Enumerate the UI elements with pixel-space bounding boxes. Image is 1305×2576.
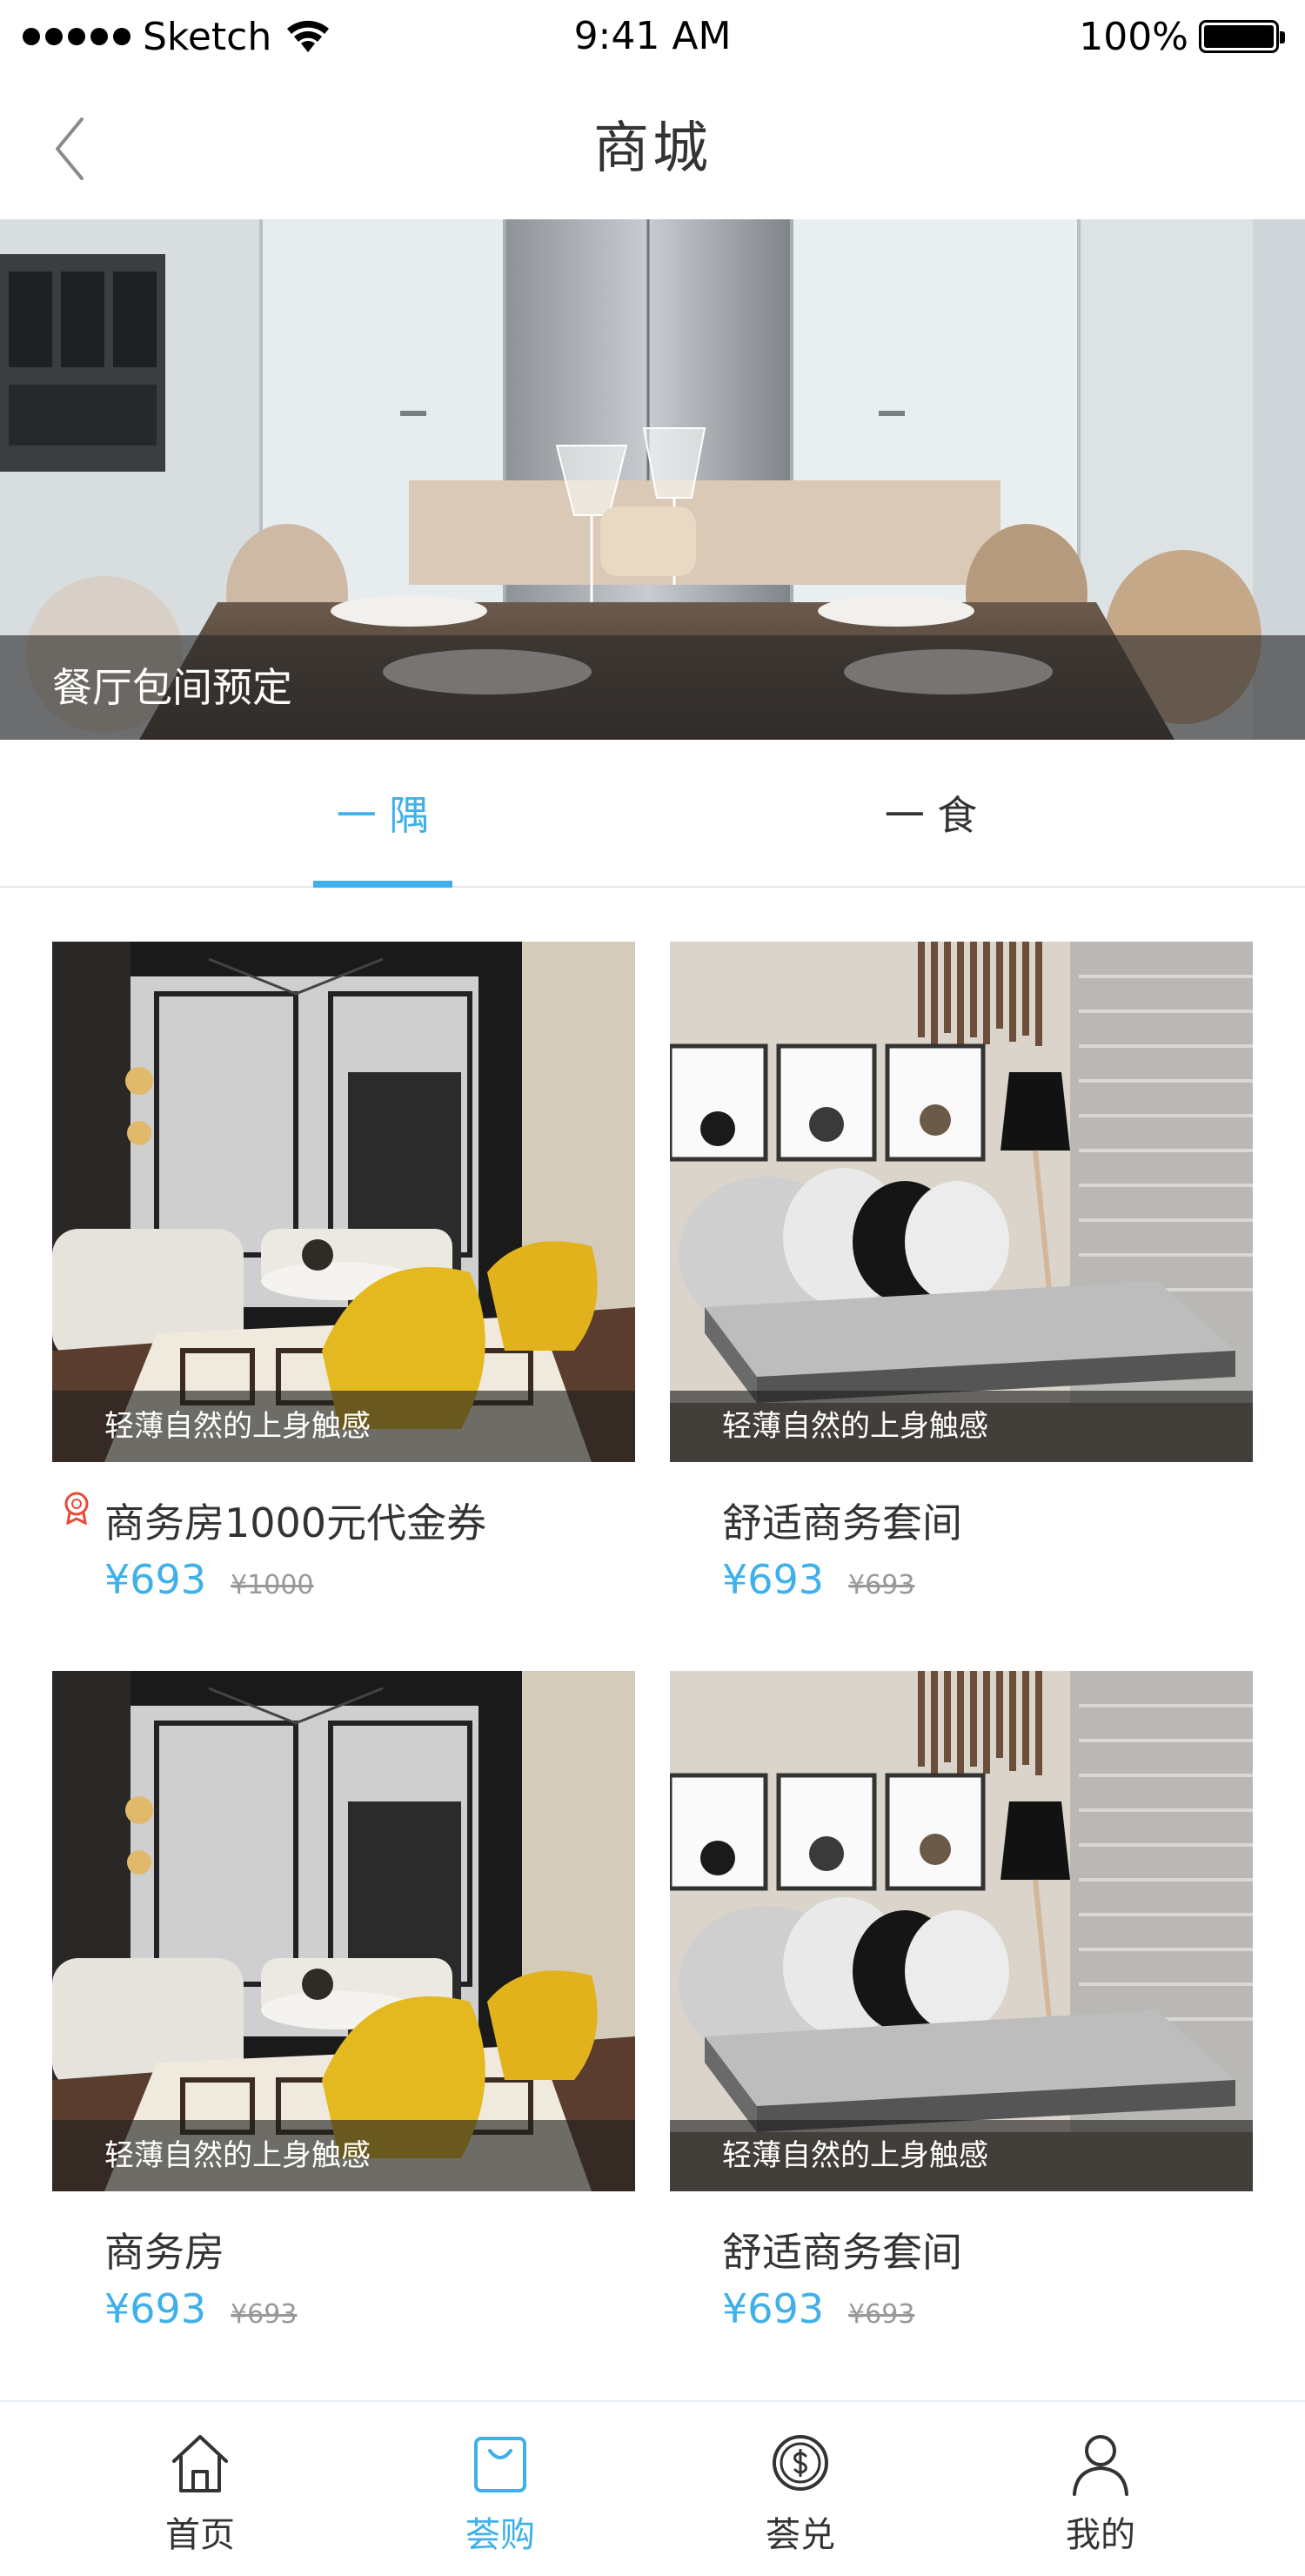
coin-icon [773,2435,828,2491]
price-row: ¥693 ¥693 [722,1556,914,1608]
product-caption: 轻薄自然的上身触感 [722,1409,988,1444]
user-icon [1073,2435,1128,2496]
product-original-price: ¥693 [231,2299,298,2330]
product-title-row: 舒适商务套间 [722,2219,962,2280]
tabbar-label: 我的 [1066,2515,1135,2555]
tab-yi-shi[interactable]: 一 食 [861,740,1000,886]
tabbar-item-redeem[interactable]: 荟兑 [713,2402,887,2576]
status-right: 100% [1079,12,1285,61]
product-original-price: ¥693 [848,1570,915,1600]
product-title: 舒适商务套间 [722,1499,962,1546]
product-image-bedroom: 轻薄自然的上身触感 [670,1671,1253,2191]
nav-bar: 商城 [0,75,1305,219]
tabbar-label: 荟购 [465,2515,535,2555]
tabbar-item-shop[interactable]: 荟购 [413,2402,587,2576]
category-tabs: 一 隅 一 食 [0,740,1305,888]
banner-caption: 餐厅包间预定 [52,664,292,711]
coupon-icon [64,1492,89,1525]
product-price: ¥693 [722,1556,825,1603]
product-image-living-room: 轻薄自然的上身触感 [52,1671,635,2191]
product-caption: 轻薄自然的上身触感 [104,1409,371,1444]
shopping-bag-icon [474,2437,526,2492]
tab-yi-yu[interactable]: 一 隅 [313,740,452,886]
product-original-price: ¥1000 [231,1570,314,1600]
product-caption: 轻薄自然的上身触感 [104,2138,371,2173]
price-row: ¥693 ¥693 [722,2285,914,2338]
product-price: ¥693 [722,2285,825,2332]
page: Sketch 9:41 AM 100% 商城 餐厅包间预定 一 隅 一 食 轻薄… [0,0,1305,2576]
product-card[interactable]: 轻薄自然的上身触感 舒适商务套间 ¥693 ¥693 [670,1671,1253,2332]
product-price: ¥693 [104,2285,207,2332]
product-title-row: 商务房1000元代金券 [104,1490,486,1551]
product-title: 商务房 [104,2229,224,2276]
tabbar-item-home[interactable]: 首页 [113,2402,287,2576]
tabbar-label: 荟兑 [766,2515,835,2555]
tabbar-item-profile[interactable]: 我的 [1014,2402,1188,2576]
product-card[interactable]: 轻薄自然的上身触感 商务房 ¥693 ¥693 [52,1671,635,2332]
battery-icon [1199,20,1285,53]
product-title: 商务房1000元代金券 [104,1499,487,1546]
home-icon [172,2435,228,2492]
price-row: ¥693 ¥1000 [104,1556,314,1608]
product-title-row: 舒适商务套间 [722,1490,962,1551]
price-row: ¥693 ¥693 [104,2285,297,2338]
product-title: 舒适商务套间 [722,2229,962,2276]
product-caption: 轻薄自然的上身触感 [722,2138,988,2173]
product-card[interactable]: 轻薄自然的上身触感 舒适商务套间 ¥693 ¥693 [670,942,1253,1603]
product-price: ¥693 [104,1556,207,1603]
page-title: 商城 [593,117,712,181]
tabbar-label: 首页 [165,2515,235,2555]
active-tab-indicator [313,881,452,888]
banner-restaurant-booking[interactable]: 餐厅包间预定 [0,219,1305,740]
status-bar: Sketch 9:41 AM 100% [0,0,1305,75]
product-title-row: 商务房 [104,2219,224,2280]
bottom-tab-bar: 首页 荟购 荟兑 我的 [0,2400,1305,2576]
product-card[interactable]: 轻薄自然的上身触感 商务房1000元代金券 ¥693 ¥1000 [52,942,635,1603]
battery-percentage: 100% [1079,14,1188,59]
product-image-bedroom: 轻薄自然的上身触感 [670,942,1253,1462]
product-image-living-room: 轻薄自然的上身触感 [52,942,635,1462]
product-original-price: ¥693 [848,2299,915,2330]
